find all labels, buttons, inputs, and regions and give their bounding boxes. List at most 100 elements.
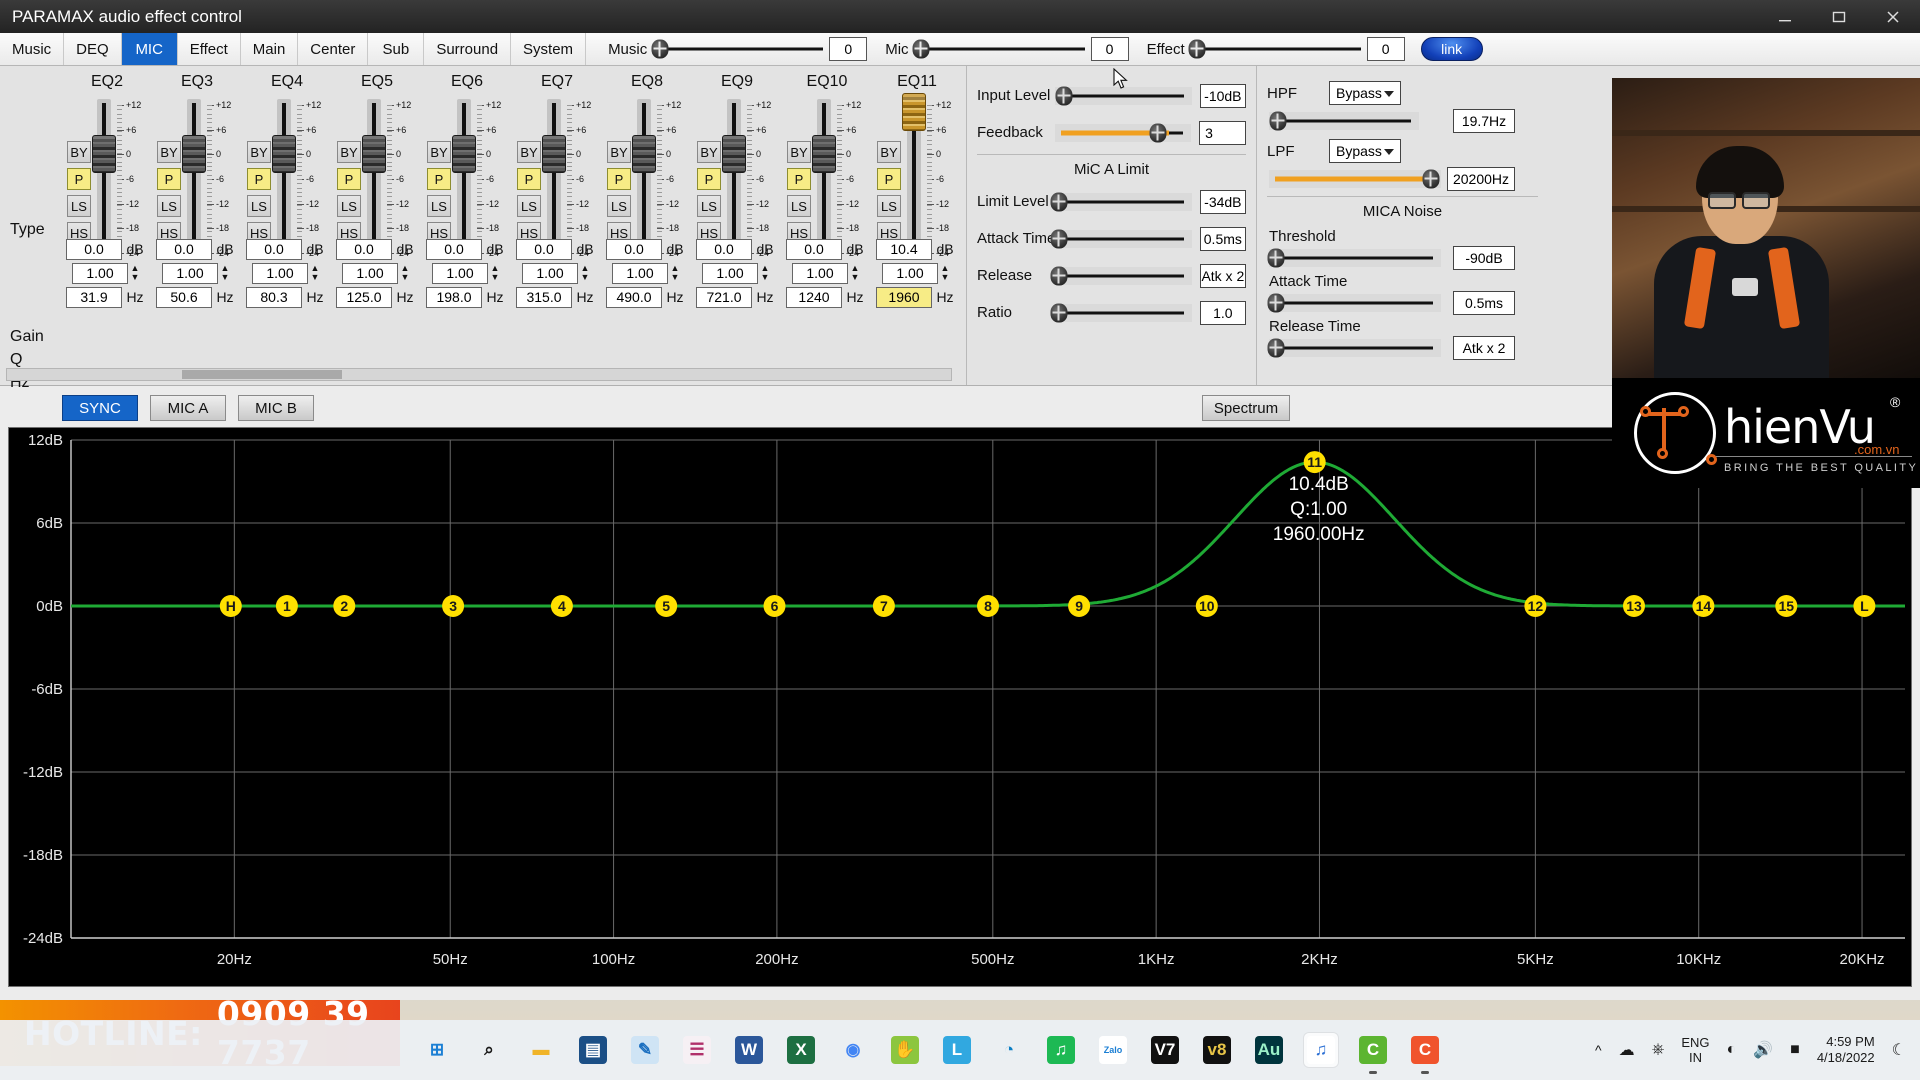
slider-knob[interactable] xyxy=(1050,192,1068,211)
eq-type-button-p[interactable]: P xyxy=(877,168,901,190)
eq-q-input[interactable]: 1.00 xyxy=(792,262,848,284)
limit-slider-3[interactable] xyxy=(1050,303,1192,322)
slider-knob[interactable] xyxy=(452,135,476,174)
slider-knob[interactable] xyxy=(1267,338,1285,358)
eq-gain-slider[interactable] xyxy=(452,99,476,259)
eq-type-button-p[interactable]: P xyxy=(697,168,721,190)
eq-type-button-ls[interactable]: LS xyxy=(427,195,451,217)
eq-hz-input[interactable]: 721.0 xyxy=(696,286,752,308)
eq-node-l[interactable]: L xyxy=(1853,595,1876,617)
eq-type-button-ls[interactable]: LS xyxy=(67,195,91,217)
camtasia-orange-icon[interactable]: C xyxy=(1408,1033,1442,1074)
eq-type-button-by[interactable]: BY xyxy=(67,141,91,163)
eq-node-11[interactable]: 11 xyxy=(1303,451,1326,474)
eq-node-4[interactable]: 4 xyxy=(550,595,573,617)
eq-q-input[interactable]: 1.00 xyxy=(882,262,938,284)
slider-knob[interactable] xyxy=(902,92,926,131)
eq-type-button-ls[interactable]: LS xyxy=(517,195,541,217)
eq-type-button-by[interactable]: BY xyxy=(517,141,541,163)
hpf-slider[interactable] xyxy=(1269,111,1419,131)
tab-center[interactable]: Center xyxy=(298,33,369,65)
audition-icon[interactable]: Au xyxy=(1252,1033,1286,1067)
spinner-icon[interactable]: ▲ ▼ xyxy=(308,264,322,282)
slider-knob[interactable] xyxy=(1269,111,1287,131)
tab-deq[interactable]: DEQ xyxy=(64,33,122,65)
tab-mic-a[interactable]: MIC A xyxy=(150,395,226,421)
input-level-value[interactable]: -10dB xyxy=(1199,83,1246,108)
noise-slider-0[interactable] xyxy=(1267,248,1441,268)
camtasia-green-icon[interactable]: C xyxy=(1356,1033,1390,1074)
mic-mixer-slider[interactable] xyxy=(912,38,1085,60)
slider-knob[interactable] xyxy=(912,39,930,59)
eq-type-button-p[interactable]: P xyxy=(247,168,271,190)
spinner-icon[interactable]: ▲ ▼ xyxy=(488,264,502,282)
slider-knob[interactable] xyxy=(542,135,566,174)
eq-q-input[interactable]: 1.00 xyxy=(252,262,308,284)
spinner-icon[interactable]: ▲ ▼ xyxy=(938,264,952,282)
slider-knob[interactable] xyxy=(272,135,296,174)
eq-type-button-ls[interactable]: LS xyxy=(247,195,271,217)
noise-slider-1[interactable] xyxy=(1267,293,1441,313)
eq-q-input[interactable]: 1.00 xyxy=(162,262,218,284)
eq-type-button-ls[interactable]: LS xyxy=(157,195,181,217)
eq-node-5[interactable]: 5 xyxy=(655,595,678,617)
eq-node-8[interactable]: 8 xyxy=(977,595,999,617)
eq-type-button-by[interactable]: BY xyxy=(157,141,181,163)
tab-mic-b[interactable]: MIC B xyxy=(238,395,314,421)
hpf-mode-select[interactable]: Bypass xyxy=(1329,81,1401,105)
zalo-icon[interactable]: Zalo xyxy=(1096,1033,1130,1067)
eq-type-button-p[interactable]: P xyxy=(427,168,451,190)
chevron-up-icon[interactable]: ^ xyxy=(1595,1042,1602,1058)
noise-value-2[interactable]: Atk x 2 xyxy=(1453,336,1515,360)
eq-hz-input[interactable]: 31.9 xyxy=(66,286,122,308)
eq-q-input[interactable]: 1.00 xyxy=(342,262,398,284)
slider-knob[interactable] xyxy=(632,135,656,174)
ultraviewer-icon[interactable]: ✋ xyxy=(888,1033,922,1067)
eq-gain-slider[interactable] xyxy=(92,99,116,259)
eq-hz-input[interactable]: 198.0 xyxy=(426,286,482,308)
eq-type-button-p[interactable]: P xyxy=(67,168,91,190)
eq-type-button-p[interactable]: P xyxy=(517,168,541,190)
v8-icon[interactable]: v8 xyxy=(1200,1033,1234,1067)
eq-node-3[interactable]: 3 xyxy=(442,595,465,617)
slider-knob[interactable] xyxy=(1267,248,1285,268)
eq-horizontal-scrollbar[interactable] xyxy=(6,368,952,381)
eq-type-button-p[interactable]: P xyxy=(607,168,631,190)
limit-value-0[interactable]: -34dB xyxy=(1199,189,1246,214)
microphone-icon[interactable]: ⎈ xyxy=(1652,1041,1665,1059)
word-icon[interactable]: W xyxy=(732,1033,766,1067)
eq-type-button-by[interactable]: BY xyxy=(607,141,631,163)
eq-gain-slider[interactable] xyxy=(812,99,836,259)
spinner-icon[interactable]: ▲ ▼ xyxy=(398,264,412,282)
eq-gain-input[interactable]: 0.0 xyxy=(606,238,662,260)
eq-node-10[interactable]: 10 xyxy=(1195,595,1218,617)
slider-knob[interactable] xyxy=(651,39,669,59)
eq-q-input[interactable]: 1.00 xyxy=(702,262,758,284)
maximize-icon[interactable] xyxy=(1812,0,1866,33)
file-explorer-icon[interactable]: ▬ xyxy=(524,1033,558,1067)
tab-sync[interactable]: SYNC xyxy=(62,395,138,421)
eq-hz-input[interactable]: 315.0 xyxy=(516,286,572,308)
tab-sub[interactable]: Sub xyxy=(368,33,425,65)
eq-gain-slider[interactable] xyxy=(542,99,566,259)
noise-value-1[interactable]: 0.5ms xyxy=(1453,291,1515,315)
tab-surround[interactable]: Surround xyxy=(424,33,512,65)
eq-node-14[interactable]: 14 xyxy=(1692,595,1715,617)
eq-hz-input[interactable]: 1240 xyxy=(786,286,842,308)
eq-gain-slider[interactable] xyxy=(272,99,296,259)
spinner-icon[interactable]: ▲ ▼ xyxy=(218,264,232,282)
eq-type-button-ls[interactable]: LS xyxy=(697,195,721,217)
tab-effect[interactable]: Effect xyxy=(177,33,241,65)
eq-gain-slider[interactable] xyxy=(362,99,386,259)
eq-hz-input[interactable]: 490.0 xyxy=(606,286,662,308)
eq-type-button-by[interactable]: BY xyxy=(247,141,271,163)
eq-node-12[interactable]: 12 xyxy=(1524,595,1547,617)
eq-type-button-p[interactable]: P xyxy=(787,168,811,190)
eq-gain-slider[interactable] xyxy=(632,99,656,259)
mic-mixer-value[interactable]: 0 xyxy=(1090,37,1129,61)
slider-knob[interactable] xyxy=(1149,123,1167,142)
lightroom-icon[interactable]: L xyxy=(940,1033,974,1067)
eq-type-button-p[interactable]: P xyxy=(157,168,181,190)
eq-node-1[interactable]: 1 xyxy=(275,595,298,617)
eq-gain-input[interactable]: 0.0 xyxy=(426,238,482,260)
